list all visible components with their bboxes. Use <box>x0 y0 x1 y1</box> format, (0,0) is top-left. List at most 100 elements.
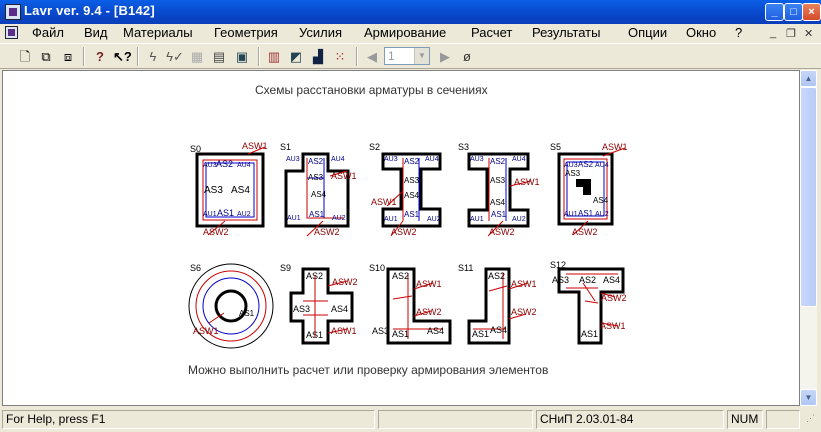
status-pane <box>378 410 533 429</box>
as1-label: AS1 <box>472 329 489 339</box>
as4-label: AS4 <box>427 326 444 336</box>
au4-label: AU4 <box>425 156 439 163</box>
clear-icon[interactable]: ø <box>458 48 476 66</box>
asw2-label: ASW2 <box>489 227 515 237</box>
save-file-icon[interactable]: ⧈ <box>59 48 77 66</box>
next-page-icon[interactable]: ▶ <box>436 48 454 66</box>
page-select[interactable]: 1 ▼ <box>384 47 430 65</box>
lightning-check-icon[interactable]: ϟ✓ <box>166 48 184 66</box>
resize-grip-icon[interactable]: ⋰ <box>803 410 819 429</box>
section-s9: S9 AS2 ASW2 AS3 AS4 AS1 ASW1 <box>280 263 358 345</box>
as1-label: AS1 <box>578 209 594 218</box>
document-icon[interactable] <box>5 26 18 39</box>
section-s12: S12 AS3 AS2 AS4 ASW2 ASW1 AS1 <box>550 260 627 345</box>
as2-label: AS2 <box>308 157 324 166</box>
mdi-restore-icon[interactable]: ❐ <box>786 27 796 40</box>
au2-label: AU2 <box>237 211 251 218</box>
mdi-close-icon[interactable]: ✕ <box>804 27 813 40</box>
as4-label: AS4 <box>603 275 620 285</box>
asw1-label: ASW1 <box>242 141 268 151</box>
asw1-label: ASW1 <box>600 321 626 331</box>
as2-label: AS2 <box>216 159 233 169</box>
menu-help[interactable]: ? <box>735 25 742 40</box>
shape-edit-icon[interactable]: ◩ <box>287 48 305 66</box>
as2-label: AS2 <box>490 157 506 166</box>
menu-window[interactable]: Окно <box>686 25 716 40</box>
title-bar: Lavr ver. 9.4 - [B142] _ □ × <box>0 0 821 24</box>
toolbar: 🗋 ⧉ ⧈ ? ↖? ϟ ϟ✓ ▦ ▤ ▣ ▥ ◩ ▟ ⁙ ◀ 1 ▼ ▶ ø <box>0 43 821 69</box>
asw1-label: ASW1 <box>511 279 537 289</box>
grid-points-icon[interactable]: ⁙ <box>331 48 349 66</box>
menu-view[interactable]: Вид <box>84 25 108 40</box>
new-file-icon[interactable]: 🗋 <box>16 48 34 66</box>
au3-label: AU3 <box>286 156 300 163</box>
menu-calculation[interactable]: Расчет <box>471 25 512 40</box>
au4-label: AU4 <box>237 162 251 169</box>
asw2-label: ASW2 <box>391 227 417 237</box>
menu-geometry[interactable]: Геометрия <box>214 25 278 40</box>
report-icon[interactable]: ▣ <box>233 48 251 66</box>
au1-label: AU1 <box>287 215 301 222</box>
au1-label: AU1 <box>564 211 578 218</box>
scroll-down-icon[interactable]: ▼ <box>800 389 817 406</box>
as1-label: AS1 <box>309 210 325 219</box>
asw1-label: ASW1 <box>602 142 628 152</box>
table-icon[interactable]: ▦ <box>188 48 206 66</box>
au3-label: AU3 <box>564 162 578 169</box>
as3-label: AS3 <box>565 169 581 178</box>
help-icon[interactable]: ? <box>91 48 109 66</box>
as4-label: AS4 <box>404 191 420 200</box>
close-button[interactable]: × <box>802 3 821 21</box>
as4-label: AS4 <box>593 196 609 205</box>
section-label: S11 <box>458 263 473 273</box>
lightning-icon[interactable]: ϟ <box>144 48 162 66</box>
open-file-icon[interactable]: ⧉ <box>37 48 55 66</box>
calendar-icon[interactable]: ▤ <box>210 48 228 66</box>
mdi-minimize-icon[interactable]: _ <box>770 27 776 39</box>
section-diagrams: S0 ASW1 ASW2 AU3 AS2 AU4 AS3 AS4 AU1 AS1… <box>188 141 628 349</box>
asw2-label: ASW2 <box>416 307 442 317</box>
menu-file[interactable]: Файл <box>32 25 64 40</box>
au2-label: AU2 <box>512 216 526 223</box>
as3-label: AS3 <box>404 176 420 185</box>
as1-label: AS1 <box>404 210 420 219</box>
section-label: S3 <box>458 142 469 152</box>
section-label: S2 <box>369 142 380 152</box>
minimize-button[interactable]: _ <box>765 3 784 21</box>
books-icon[interactable]: ▥ <box>265 48 283 66</box>
as1-label: AS1 <box>217 208 234 218</box>
as1-label: AS1 <box>392 329 409 339</box>
au3-label: AU3 <box>203 162 217 169</box>
bar-chart-icon[interactable]: ▟ <box>309 48 327 66</box>
as2-label: AS2 <box>579 275 596 285</box>
vertical-scrollbar[interactable]: ▲ ▼ <box>800 70 817 406</box>
menu-forces[interactable]: Усилия <box>299 25 342 40</box>
status-bar: For Help, press F1 СНиП 2.03.01-84 NUM ⋰ <box>0 408 821 432</box>
au4-label: AU4 <box>595 162 609 169</box>
as3-label: AS3 <box>552 275 569 285</box>
window-title: Lavr ver. 9.4 - [B142] <box>24 3 155 18</box>
menu-options[interactable]: Опции <box>628 25 667 40</box>
au2-label: AU2 <box>427 216 441 223</box>
scroll-thumb[interactable] <box>800 87 817 307</box>
section-s5: S5 ASW1 AU3 AS2 AU4 AS3 AS4 AU1 AS1 AU2 … <box>550 142 628 237</box>
menu-reinforcement[interactable]: Армирование <box>364 25 446 40</box>
toolbar-separator <box>137 47 139 66</box>
status-num: NUM <box>727 410 763 429</box>
chevron-down-icon[interactable]: ▼ <box>414 48 429 64</box>
au3-label: AU3 <box>384 156 398 163</box>
maximize-button[interactable]: □ <box>784 3 803 21</box>
app-icon[interactable] <box>5 4 21 20</box>
asw2-label: ASW2 <box>601 293 627 303</box>
as1-label: AS1 <box>581 329 598 339</box>
as2-label: AS2 <box>306 271 323 281</box>
scroll-up-icon[interactable]: ▲ <box>800 70 817 87</box>
asw2-label: ASW2 <box>332 277 358 287</box>
section-s11: S11 AS2 ASW1 ASW2 AS1 AS4 <box>458 263 537 345</box>
context-help-icon[interactable]: ↖? <box>113 48 132 66</box>
menu-results[interactable]: Результаты <box>532 25 600 40</box>
status-code: СНиП 2.03.01-84 <box>536 410 724 429</box>
as1-label: AS1 <box>306 330 323 340</box>
menu-materials[interactable]: Материалы <box>123 25 193 40</box>
previous-page-icon[interactable]: ◀ <box>363 48 381 66</box>
